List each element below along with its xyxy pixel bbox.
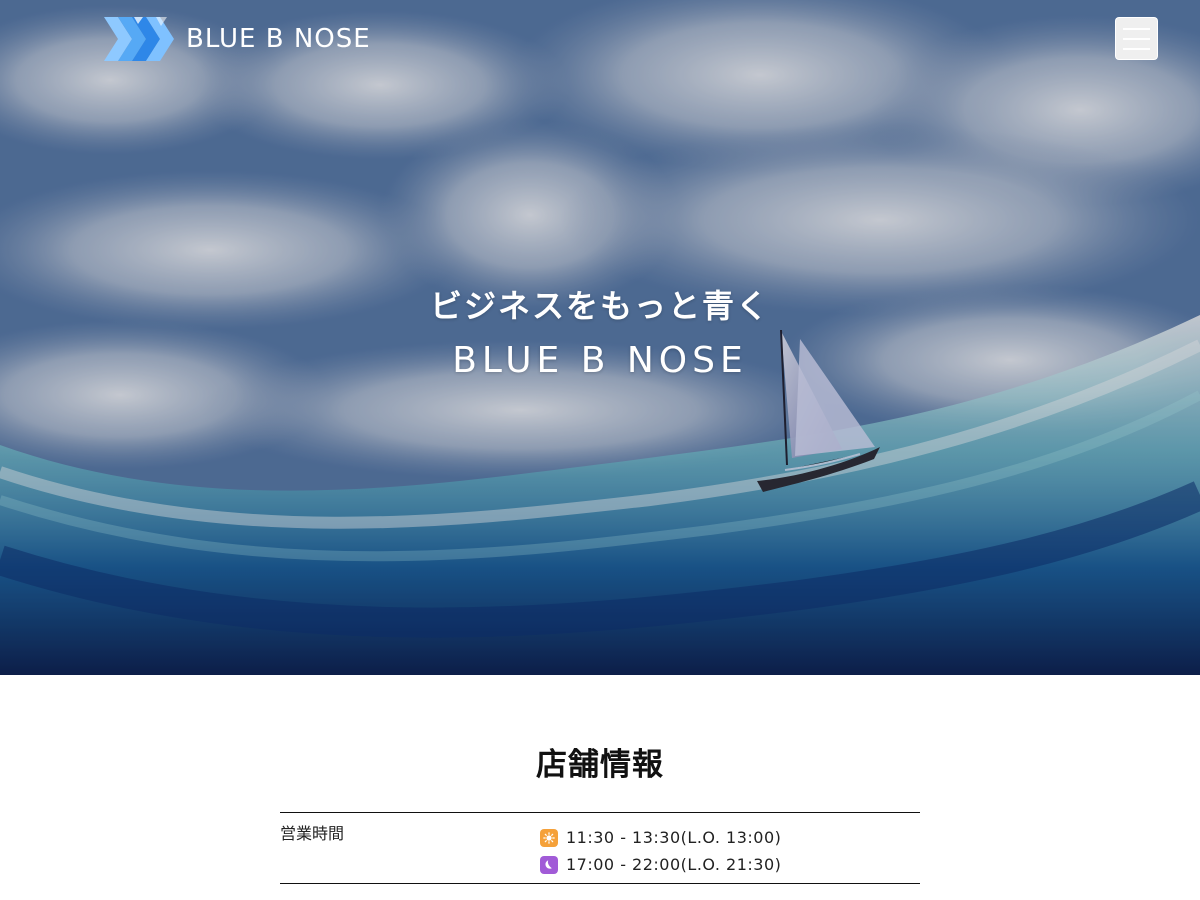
store-information-section: 店舗情報 営業時間 11:30 - 13:30(L.O. 13:00) 17:0… (0, 675, 1200, 900)
business-hours-row: 営業時間 11:30 - 13:30(L.O. 13:00) 17:00 - 2… (280, 813, 920, 884)
brand-logo-text: BLUE B NOSE (186, 24, 371, 54)
blue-b-nose-logo-icon (104, 17, 174, 61)
hero-brand-name: BLUE B NOSE (452, 340, 748, 381)
partially-visible-info-value (540, 884, 920, 900)
hamburger-menu-icon-line (1123, 37, 1150, 40)
business-hours-label: 営業時間 (280, 824, 345, 843)
hero-section: BLUE B NOSE ビジネスをもっと青く BLUE B NOSE (0, 0, 1200, 675)
hamburger-menu-button[interactable] (1115, 17, 1158, 60)
business-hours-values: 11:30 - 13:30(L.O. 13:00) 17:00 - 22:00(… (540, 813, 920, 883)
hero-copy: ビジネスをもっと青く BLUE B NOSE (0, 282, 1200, 385)
partially-visible-info-row (280, 884, 920, 900)
dinner-hours-text: 17:00 - 22:00(L.O. 21:30) (566, 855, 782, 874)
partially-visible-info-label (280, 884, 540, 900)
dinner-hours-line: 17:00 - 22:00(L.O. 21:30) (540, 851, 920, 878)
site-header: BLUE B NOSE (0, 0, 1200, 82)
moon-icon (540, 855, 558, 874)
sun-icon (540, 828, 558, 847)
brand-logo-link[interactable]: BLUE B NOSE (104, 17, 371, 61)
lunch-hours-line: 11:30 - 13:30(L.O. 13:00) (540, 824, 920, 851)
hamburger-menu-icon (1123, 27, 1150, 30)
store-information-table: 営業時間 11:30 - 13:30(L.O. 13:00) 17:00 - 2… (280, 812, 920, 900)
hamburger-menu-icon-line (1123, 47, 1150, 50)
section-title: 店舗情報 (536, 747, 664, 783)
hero-tagline: ビジネスをもっと青く (429, 287, 770, 325)
lunch-hours-text: 11:30 - 13:30(L.O. 13:00) (566, 828, 782, 847)
